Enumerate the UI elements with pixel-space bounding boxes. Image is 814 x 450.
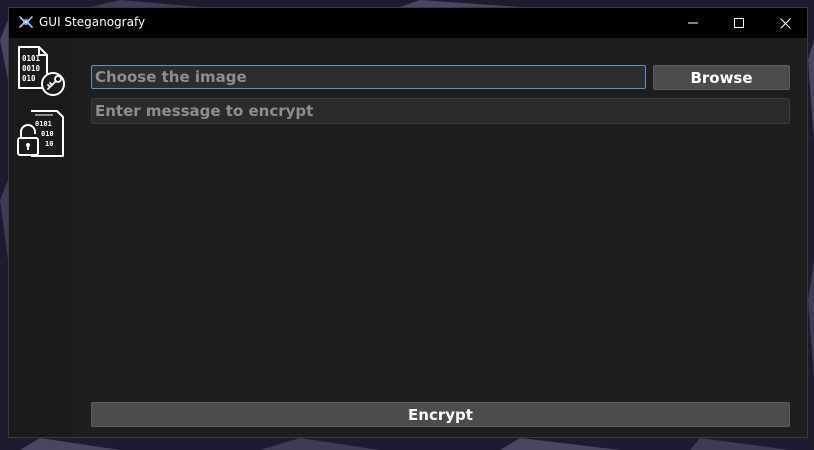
- encrypt-button[interactable]: Encrypt: [91, 402, 790, 427]
- image-path-input[interactable]: [91, 65, 646, 89]
- app-window: GUI Steganografy 0101 0010 010 0101 010 …: [8, 7, 808, 438]
- message-input[interactable]: [91, 98, 790, 124]
- close-button[interactable]: [762, 8, 807, 38]
- maximize-button[interactable]: [716, 8, 762, 38]
- binary-document-lock-icon: 0101 010 10: [17, 110, 64, 157]
- svg-text:0101: 0101: [35, 120, 52, 128]
- svg-text:0010: 0010: [22, 64, 41, 73]
- minimize-button[interactable]: [670, 8, 716, 38]
- main-panel: Browse Encrypt: [73, 38, 807, 437]
- svg-text:010: 010: [22, 74, 36, 83]
- app-logo-icon: [19, 16, 33, 28]
- sidebar-item-encrypt[interactable]: 0101 0010 010: [15, 44, 67, 96]
- close-icon: [779, 17, 791, 29]
- svg-text:010: 010: [41, 130, 54, 138]
- browse-button[interactable]: Browse: [653, 65, 790, 90]
- minimize-icon: [688, 22, 698, 24]
- svg-text:0101: 0101: [22, 54, 41, 63]
- title-bar[interactable]: GUI Steganografy: [9, 8, 807, 38]
- sidebar: 0101 0010 010 0101 010 10: [9, 38, 73, 437]
- maximize-icon: [734, 18, 744, 28]
- svg-text:10: 10: [45, 140, 53, 148]
- sidebar-item-decrypt[interactable]: 0101 010 10: [15, 108, 67, 160]
- binary-document-key-icon: 0101 0010 010: [18, 46, 65, 96]
- window-title: GUI Steganografy: [39, 15, 146, 29]
